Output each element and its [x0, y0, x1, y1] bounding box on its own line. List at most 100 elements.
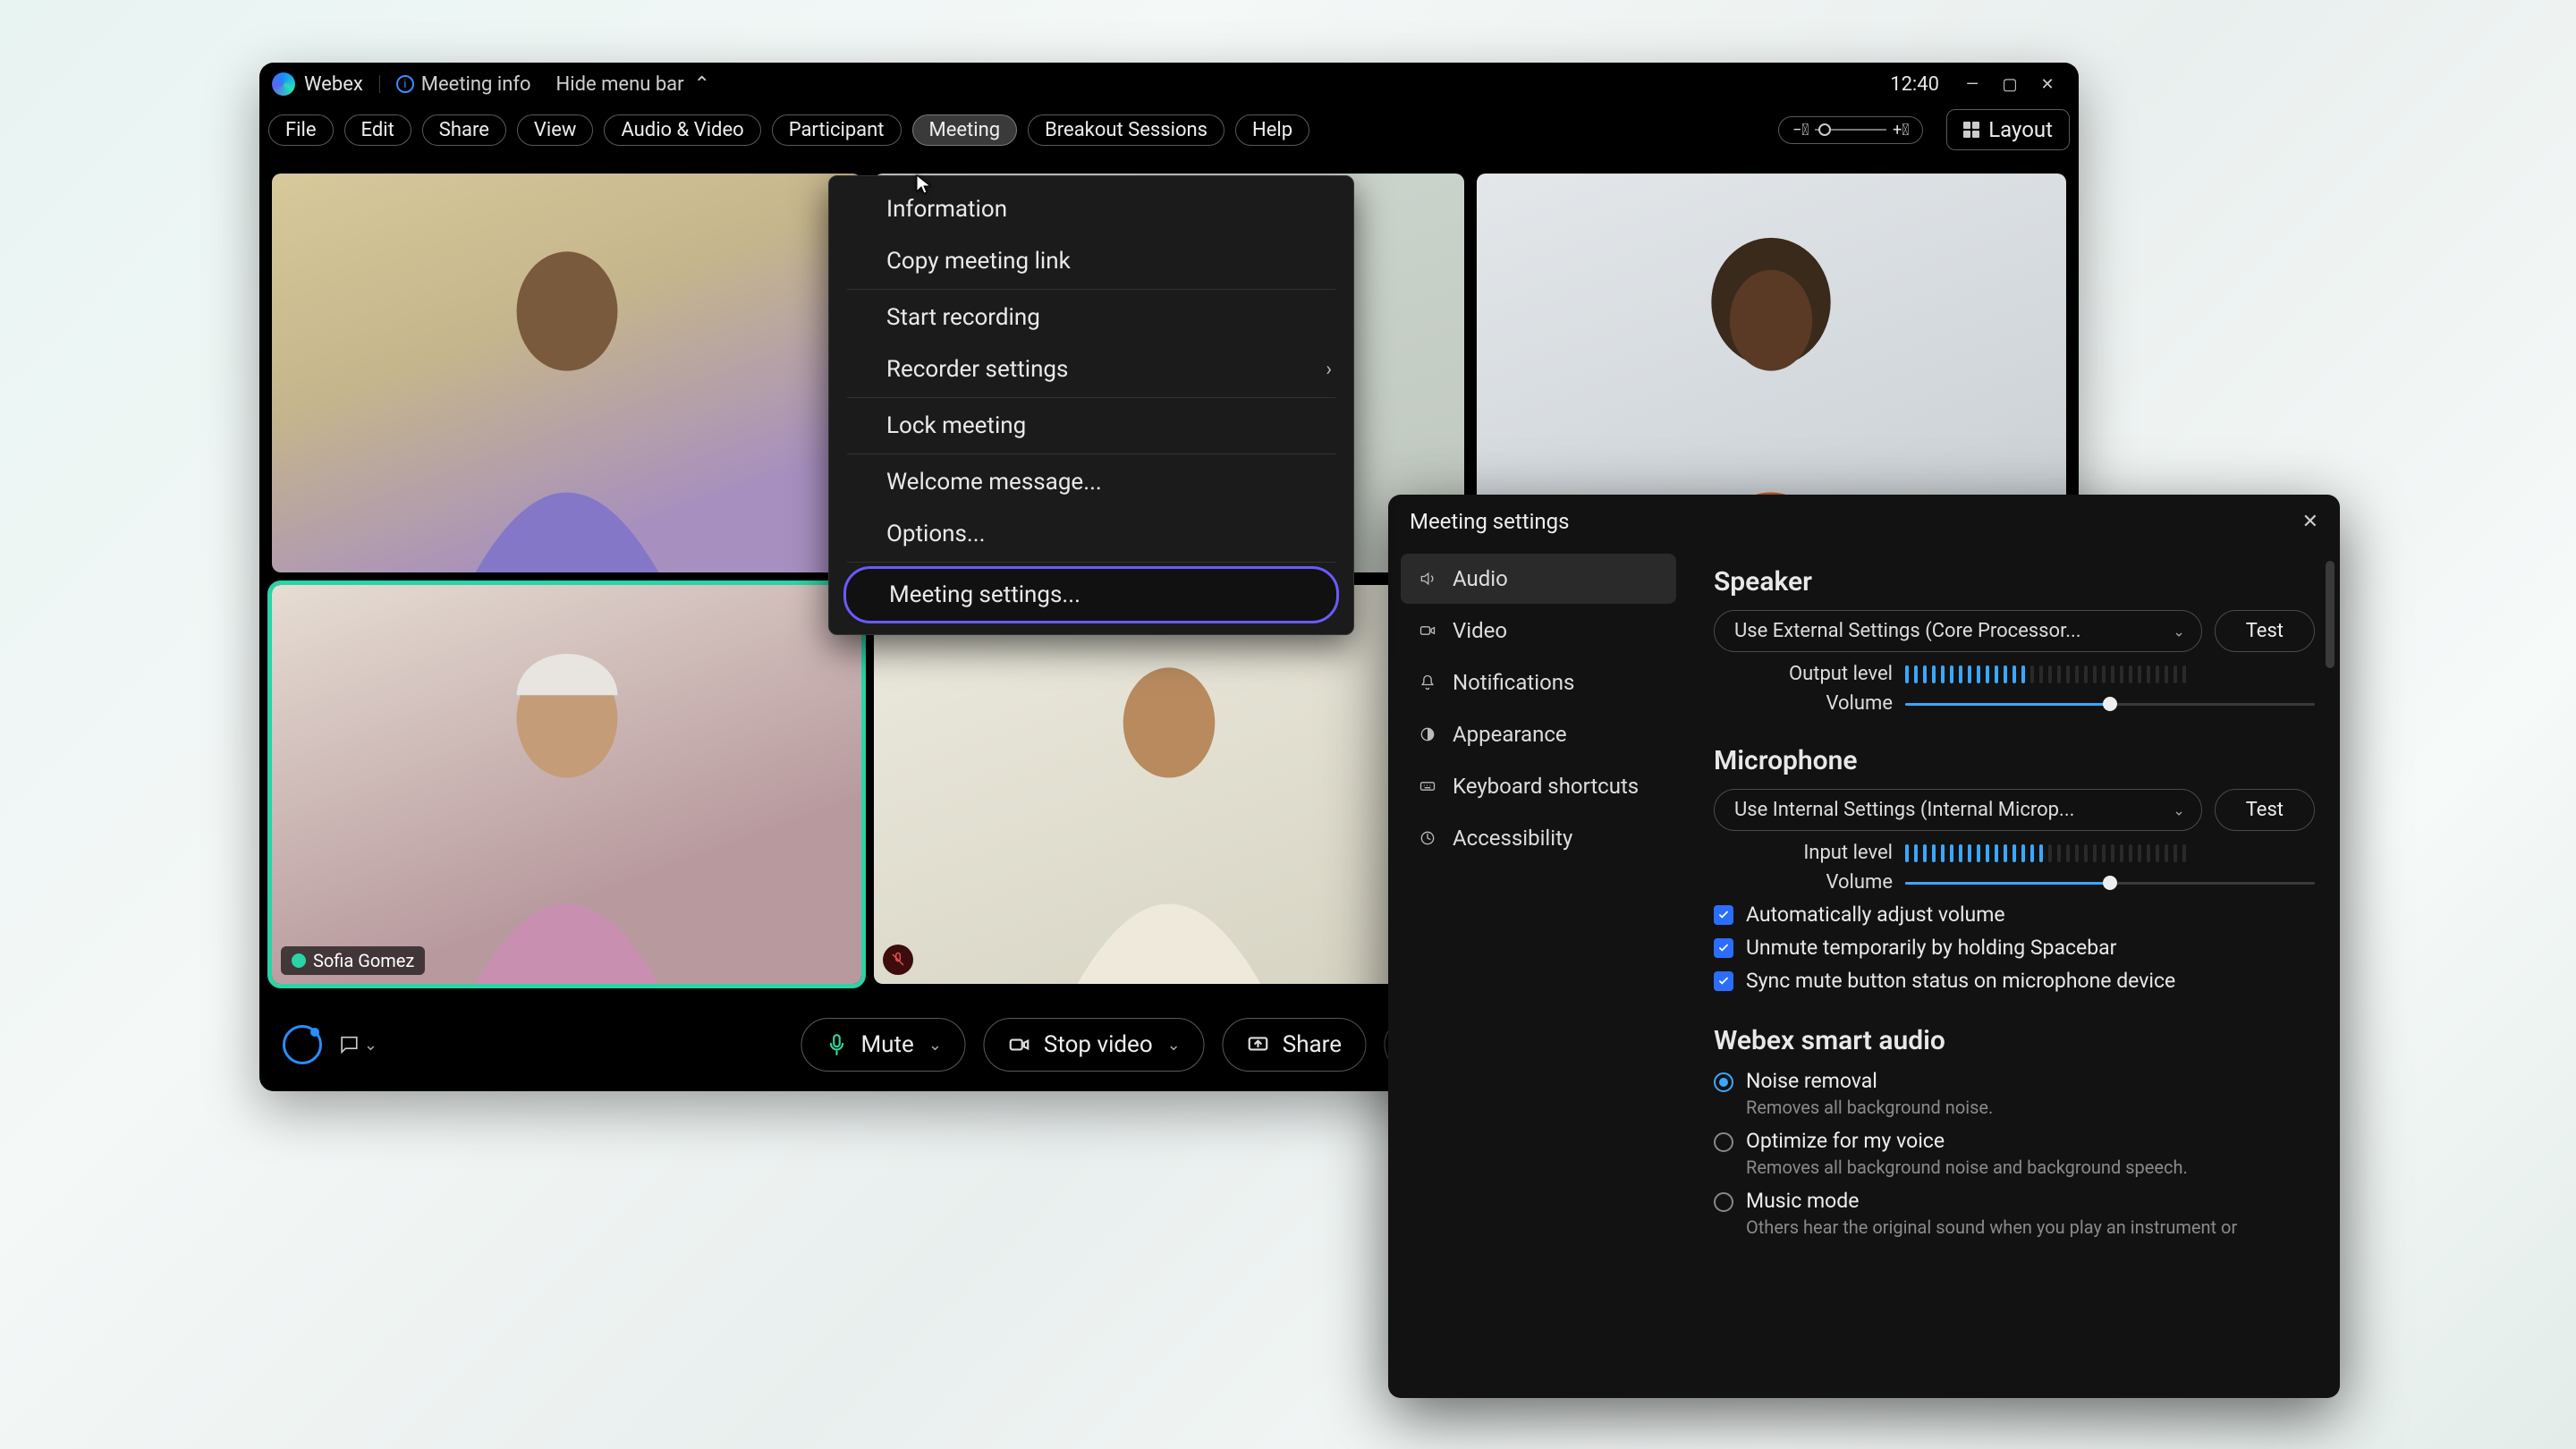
mic-volume-slider[interactable] [1905, 873, 2315, 893]
menu-item-options[interactable]: Options... [829, 508, 1353, 560]
menu-item-information[interactable]: Information [829, 183, 1353, 235]
speaker-select-label: Use External Settings (Core Processor... [1734, 620, 2081, 642]
menubar-item-meeting[interactable]: Meeting [912, 114, 1018, 146]
radio-selected-icon [1714, 1072, 1733, 1092]
share-screen-icon [1247, 1033, 1270, 1056]
hide-menu-bar-toggle[interactable]: Hide menu bar ⌃ [556, 73, 710, 96]
settings-nav-audio[interactable]: Audio [1401, 554, 1676, 604]
chevron-up-icon: ⌃ [694, 73, 710, 96]
person-icon [390, 206, 744, 572]
menubar: File Edit Share View Audio & Video Participan… [259, 106, 2079, 159]
window-minimize-button[interactable]: — [1953, 70, 1991, 98]
menu-item-recorder-settings[interactable]: Recorder settings› [829, 343, 1353, 395]
titlebar-divider [379, 75, 380, 93]
camera-icon [1008, 1033, 1031, 1056]
reactions-button[interactable] [283, 1025, 322, 1064]
speaker-section-title: Speaker [1714, 566, 2315, 597]
mic-input-meter [1905, 843, 2315, 863]
settings-nav-appearance[interactable]: Appearance [1401, 709, 1676, 759]
mic-check-1[interactable]: Unmute temporarily by holding Spacebar [1714, 936, 2315, 960]
zoom-in-icon[interactable]: +⃝ [1886, 121, 1915, 140]
mic-check-2[interactable]: Sync mute button status on microphone de… [1714, 969, 2315, 993]
scrollbar[interactable] [2326, 561, 2334, 668]
layout-button[interactable]: Layout [1946, 109, 2070, 150]
menu-separator [847, 397, 1335, 398]
chat-button[interactable]: ⌄ [338, 1025, 377, 1064]
app-brand: Webex [272, 72, 363, 96]
grid-layout-icon [1963, 122, 1979, 138]
participant-tile[interactable] [874, 585, 1463, 984]
speaker-test-button[interactable]: Test [2215, 610, 2315, 652]
titlebar: Webex i Meeting info Hide menu bar ⌃ 12:… [259, 63, 2079, 106]
menu-item-welcome-message[interactable]: Welcome message... [829, 456, 1353, 508]
zoom-control[interactable]: −⃝ +⃝ [1778, 116, 1923, 144]
mic-select[interactable]: Use Internal Settings (Internal Microp..… [1714, 789, 2202, 831]
chevron-down-icon: ⌄ [2173, 801, 2184, 818]
hide-menu-label: Hide menu bar [556, 73, 684, 96]
settings-nav-keyboard-shortcuts[interactable]: Keyboard shortcuts [1401, 761, 1676, 811]
radio-icon [1714, 1132, 1733, 1152]
menu-item-lock-meeting[interactable]: Lock meeting [829, 400, 1353, 452]
chevron-down-icon[interactable]: ⌄ [1167, 1036, 1181, 1055]
speaker-select[interactable]: Use External Settings (Core Processor...… [1714, 610, 2202, 652]
mute-button[interactable]: Mute ⌄ [801, 1018, 965, 1072]
speaker-volume-slider[interactable] [1905, 694, 2315, 714]
layout-label: Layout [1988, 117, 2053, 142]
speaker-volume-label: Volume [1714, 692, 1893, 715]
mic-active-icon [292, 953, 306, 968]
video-icon [1417, 620, 1438, 641]
menubar-item-share[interactable]: Share [422, 114, 506, 146]
self-name-label: Sofia Gomez [313, 950, 414, 971]
meeting-info-link[interactable]: Meeting info [421, 73, 531, 96]
mic-select-label: Use Internal Settings (Internal Microp..… [1734, 799, 2074, 821]
smart-audio-option-1[interactable]: Optimize for my voiceRemoves all backgro… [1714, 1129, 2315, 1178]
microphone-icon [825, 1033, 848, 1056]
input-level-label: Input level [1714, 842, 1893, 864]
participant-tile[interactable] [272, 174, 861, 572]
menubar-item-file[interactable]: File [268, 114, 334, 146]
stop-video-button[interactable]: Stop video ⌄ [984, 1018, 1205, 1072]
info-icon[interactable]: i [396, 75, 414, 93]
mic-test-button[interactable]: Test [2215, 789, 2315, 831]
speaker-output-meter [1905, 665, 2315, 684]
menu-separator [847, 562, 1335, 563]
person-icon [390, 617, 744, 984]
chevron-down-icon: ⌄ [364, 1036, 377, 1055]
checkbox-checked-icon [1714, 905, 1733, 925]
webex-logo-icon [272, 72, 295, 96]
settings-nav-notifications[interactable]: Notifications [1401, 657, 1676, 708]
menu-item-meeting-settings[interactable]: Meeting settings... [843, 566, 1339, 623]
chevron-down-icon: ⌄ [2173, 623, 2184, 640]
share-label: Share [1283, 1031, 1342, 1058]
mic-check-0[interactable]: Automatically adjust volume [1714, 902, 2315, 927]
checkbox-checked-icon [1714, 971, 1733, 991]
mic-section-title: Microphone [1714, 745, 2315, 776]
menu-item-start-recording[interactable]: Start recording [829, 292, 1353, 343]
menubar-item-edit[interactable]: Edit [344, 114, 411, 146]
menubar-item-help[interactable]: Help [1235, 114, 1309, 146]
smart-audio-option-2[interactable]: Music modeOthers hear the original sound… [1714, 1189, 2315, 1238]
menubar-item-participant[interactable]: Participant [772, 114, 902, 146]
settings-panel-audio: Speaker Use External Settings (Core Proc… [1689, 548, 2340, 1398]
menubar-item-breakout-sessions[interactable]: Breakout Sessions [1028, 114, 1224, 146]
smart-audio-option-0[interactable]: Noise removalRemoves all background nois… [1714, 1069, 2315, 1118]
smart-audio-title: Webex smart audio [1714, 1025, 2315, 1056]
chevron-down-icon[interactable]: ⌄ [928, 1036, 942, 1055]
close-icon[interactable]: ✕ [2302, 511, 2318, 533]
dialog-title: Meeting settings [1410, 509, 1570, 534]
zoom-out-icon[interactable]: −⃝ [1786, 121, 1815, 140]
window-close-button[interactable]: ✕ [2029, 70, 2066, 98]
meeting-menu-dropdown: InformationCopy meeting linkStart record… [828, 175, 1354, 635]
zoom-slider[interactable] [1815, 122, 1886, 138]
settings-nav-accessibility[interactable]: Accessibility [1401, 813, 1676, 863]
window-maximize-button[interactable]: ▢ [1991, 70, 2029, 98]
participant-tile-self[interactable]: Sofia Gomez [272, 585, 861, 984]
menubar-item-view[interactable]: View [517, 114, 594, 146]
menu-item-copy-meeting-link[interactable]: Copy meeting link [829, 235, 1353, 287]
menubar-item-audio-video[interactable]: Audio & Video [604, 114, 760, 146]
settings-nav-video[interactable]: Video [1401, 606, 1676, 656]
accessibility-icon [1417, 827, 1438, 849]
share-button[interactable]: Share [1223, 1018, 1366, 1072]
audio-icon [1417, 568, 1438, 589]
dialog-header: Meeting settings ✕ [1388, 495, 2340, 548]
